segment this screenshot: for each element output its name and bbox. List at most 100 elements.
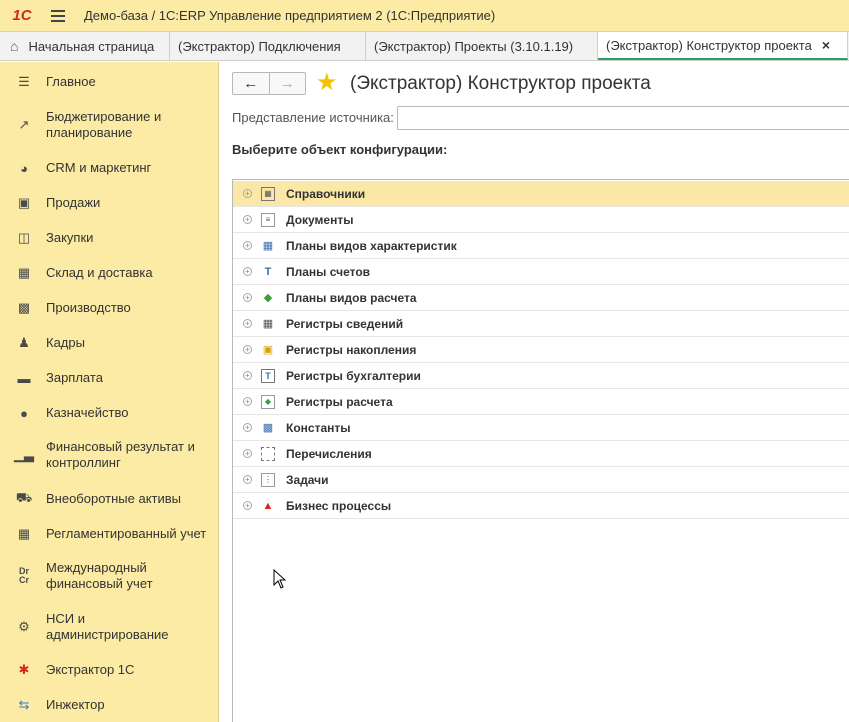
navigation-buttons: ← → [232,72,306,95]
info-register-icon: ▦ [262,317,274,330]
gear-icon: ⚙ [18,619,30,634]
back-button[interactable]: ← [233,73,269,94]
tree-row-documents[interactable]: + ≡ Документы [233,207,849,233]
tree-row-charts-of-accounts[interactable]: + T Планы счетов [233,259,849,285]
tab-label: (Экстрактор) Конструктор проекта [606,37,812,53]
tree-row-constants[interactable]: + ▩ Константы [233,415,849,441]
expand-icon[interactable]: + [243,371,252,380]
expand-icon[interactable]: + [243,189,252,198]
expand-icon[interactable]: + [243,241,252,250]
favorite-star-icon[interactable]: ★ [316,70,338,96]
choose-object-label: Выберите объект конфигурации: [232,142,448,157]
dr-cr-icon: Dr Cr [18,566,29,585]
sidebar-item-sales[interactable]: ▣ Продажи [0,193,219,213]
sidebar-item-main[interactable]: ☰ Главное [0,72,219,92]
tree-row-label: Константы [286,420,351,435]
sidebar-item-crm[interactable]: ◕ CRM и маркетинг [0,158,219,178]
card-icon: ▬ [17,370,31,386]
sidebar-item-hr[interactable]: ♟ Кадры [0,333,219,353]
sidebar-item-extractor[interactable]: ✱ Экстрактор 1С [0,660,219,680]
tree-row-label: Перечисления [286,446,372,461]
sidebar-item-financial-result[interactable]: ▁▃ Финансовый результат и контроллинг [0,438,219,472]
sidebar-item-regulated-accounting[interactable]: ▦ Регламентированный учет [0,524,219,544]
sidebar-item-label: Внеоборотные активы [46,491,182,506]
constants-icon: ▩ [262,421,274,434]
config-object-tree: + ▦ Справочники + ≡ Документы + ▦ Планы … [232,179,849,722]
tree-row-label: Планы видов характеристик [286,238,457,253]
sidebar-item-label: Производство [46,300,131,315]
sidebar-item-treasury[interactable]: ● Казначейство [0,403,219,423]
tree-row-characteristics-plans[interactable]: + ▦ Планы видов характеристик [233,233,849,259]
tab-label: Начальная страница [28,38,155,54]
sidebar-item-admin[interactable]: ⚙ НСИ и администрирование [0,610,219,644]
sidebar-item-warehouse[interactable]: ▦ Склад и доставка [0,263,219,283]
close-icon[interactable]: × [822,37,830,53]
hamburger-menu-icon[interactable] [40,0,76,32]
person-icon: ♟ [18,335,30,350]
expand-icon[interactable]: + [243,319,252,328]
tree-row-catalogs[interactable]: + ▦ Справочники [233,181,849,207]
forward-button[interactable]: → [268,73,306,94]
tab-projects[interactable]: (Экстрактор) Проекты (3.10.1.19) [366,32,598,60]
expand-icon[interactable]: + [243,501,252,510]
sidebar-item-label: Инжектор [46,697,105,712]
expand-icon[interactable]: + [243,397,252,406]
expand-icon[interactable]: + [243,449,252,458]
tree-row-accumulation-registers[interactable]: + ▣ Регистры накопления [233,337,849,363]
sidebar-item-purchases[interactable]: ◫ Закупки [0,228,219,248]
document-icon: ≡ [261,212,275,227]
tree-row-calculation-plans[interactable]: + ◆ Планы видов расчета [233,285,849,311]
warehouse-icon: ▦ [17,265,31,280]
sidebar-item-label: Зарплата [46,370,103,385]
truck-icon: ⛟ [15,490,33,505]
sidebar-item-label: Закупки [46,230,94,245]
expand-icon[interactable]: + [243,345,252,354]
tab-home[interactable]: ⌂ Начальная страница [0,32,170,60]
source-input[interactable] [397,106,849,130]
sidebar-item-production[interactable]: ▩ Производство [0,298,219,318]
menu-lines-icon: ☰ [18,74,30,89]
catalog-icon: ▦ [261,186,275,201]
tree-row-business-processes[interactable]: + ▲ Бизнес процессы [233,493,849,519]
1c-logo[interactable]: 1С [4,0,40,32]
tree-row-accounting-registers[interactable]: + T Регистры бухгалтерии [233,363,849,389]
sidebar-item-label: Финансовый результат и контроллинг [46,439,195,470]
chart-trend-icon: ↗ [18,117,30,132]
calculation-register-icon: ◆ [261,394,275,409]
sidebar-item-ifrs[interactable]: Dr Cr Международный финансовый учет [0,559,219,593]
source-label: Представление источника: [232,110,394,125]
sidebar-item-fixed-assets[interactable]: ⛟ Внеоборотные активы [0,489,219,509]
sidebar-item-injector[interactable]: ⇆ Инжектор [0,695,219,715]
tree-row-enums[interactable]: + Перечисления [233,441,849,467]
main-content: ← → ★ (Экстрактор) Конструктор проекта П… [220,62,849,722]
bar-chart-icon: ▁▃ [14,447,34,462]
sidebar-item-label: Склад и доставка [46,265,153,280]
tree-row-tasks[interactable]: + ⋮ Задачи [233,467,849,493]
page-title: (Экстрактор) Конструктор проекта [350,73,651,94]
sidebar: ☰ Главное ↗ Бюджетирование и планировани… [0,62,219,722]
tree-row-calculation-registers[interactable]: + ◆ Регистры расчета [233,389,849,415]
tab-connections[interactable]: (Экстрактор) Подключения [170,32,366,60]
factory-icon: ▩ [17,300,31,315]
chart-of-accounts-icon: T [264,265,272,278]
accounting-register-icon: T [261,368,275,383]
sidebar-item-label: Кадры [46,335,85,350]
tree-row-label: Планы счетов [286,264,371,279]
expand-icon[interactable]: + [243,293,252,302]
pie-chart-icon: ◕ [20,160,28,176]
expand-icon[interactable]: + [243,215,252,224]
tree-row-label: Регистры бухгалтерии [286,368,421,383]
mouse-cursor-icon [273,569,287,589]
home-icon: ⌂ [10,38,19,54]
expand-icon[interactable]: + [243,475,252,484]
tree-row-info-registers[interactable]: + ▦ Регистры сведений [233,311,849,337]
enum-icon [261,446,275,461]
tab-project-constructor[interactable]: (Экстрактор) Конструктор проекта × [598,32,848,60]
sidebar-item-salary[interactable]: ▬ Зарплата [0,368,219,388]
sidebar-item-budgeting[interactable]: ↗ Бюджетирование и планирование [0,108,219,142]
expand-icon[interactable]: + [243,423,252,432]
tree-row-label: Бизнес процессы [286,498,392,513]
sidebar-item-label: CRM и маркетинг [46,160,152,175]
expand-icon[interactable]: + [243,267,252,276]
tree-row-label: Регистры накопления [286,342,417,357]
